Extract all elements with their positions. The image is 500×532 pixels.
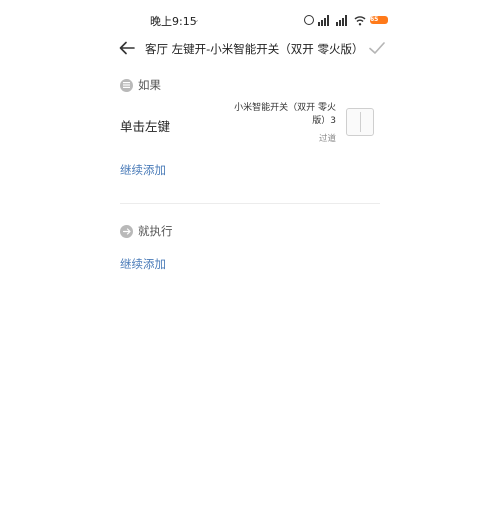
- then-label: 就执行: [138, 224, 173, 238]
- wifi-icon: [354, 15, 366, 25]
- status-icons: 65: [304, 14, 388, 26]
- list-icon: [120, 78, 133, 92]
- header-bar: 客厅 左键开-小米智能开关（双开 零火版） ...: [0, 32, 500, 64]
- then-section-label: 就执行: [120, 223, 173, 239]
- signal-icon: [318, 14, 329, 26]
- divider: [120, 203, 380, 204]
- alarm-icon: [304, 15, 314, 25]
- signal-icon-2: [336, 14, 347, 26]
- chevron-down-icon: ⌄: [193, 15, 200, 24]
- add-action-button[interactable]: 继续添加: [120, 256, 166, 272]
- arrow-right-icon: [120, 224, 133, 238]
- battery-icon: 65: [370, 16, 388, 24]
- page-title: 客厅 左键开-小米智能开关（双开 零火版） ...: [145, 42, 360, 56]
- back-arrow-icon[interactable]: [118, 39, 136, 57]
- device-name: 小米智能开关（双开 零火版）3: [234, 103, 336, 126]
- condition-name: 单击左键: [120, 119, 171, 134]
- condition-item[interactable]: 单击左键 小米智能开关（双开 零火版）3 过道: [120, 100, 380, 148]
- switch-device-icon: [346, 108, 374, 136]
- add-condition-button[interactable]: 继续添加: [120, 162, 166, 178]
- status-time: 晚上9:15: [150, 15, 197, 28]
- device-room: 过道: [318, 134, 336, 144]
- if-label: 如果: [138, 78, 161, 92]
- check-icon[interactable]: [368, 40, 386, 56]
- if-section-label: 如果: [120, 77, 161, 93]
